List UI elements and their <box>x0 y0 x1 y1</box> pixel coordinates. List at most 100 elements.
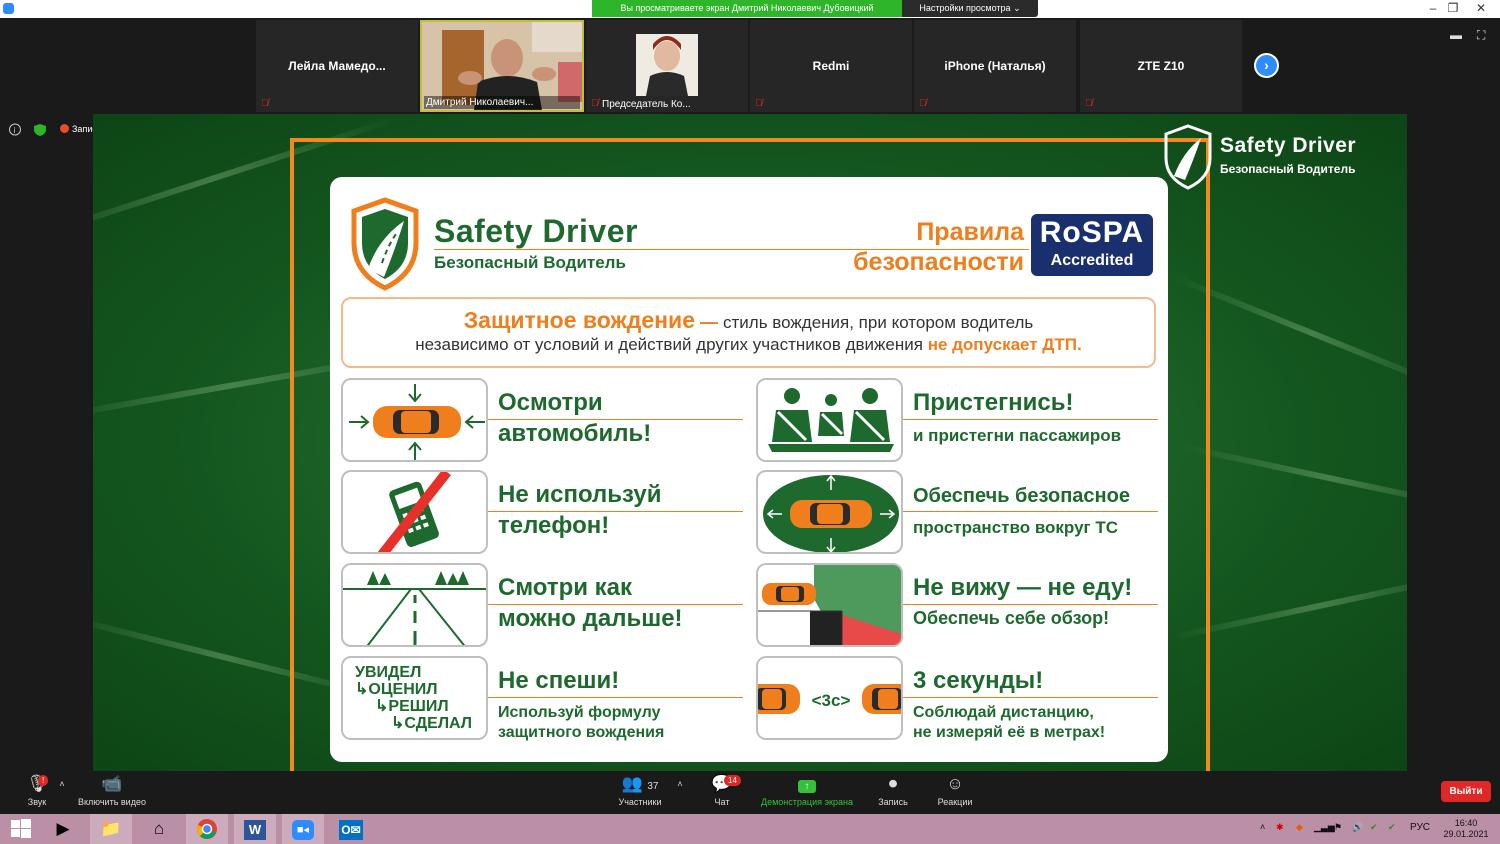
view-settings-button[interactable]: Настройки просмотра ⌄ <box>902 0 1038 17</box>
windows-start-icon[interactable] <box>0 814 42 844</box>
definition-box: Защитное вождение — стиль вождения, при … <box>341 297 1156 368</box>
clock-date: 29.01.2021 <box>1443 829 1489 839</box>
rule-icon-box <box>341 378 488 462</box>
start-video-button[interactable]: 📹 Включить видео <box>72 773 152 807</box>
rule-title-2: автомобиль! <box>498 420 652 447</box>
definition-dash: — <box>695 312 724 332</box>
audio-options-chevron-icon[interactable]: ˄ <box>56 779 68 789</box>
video-label: Включить видео <box>78 797 146 807</box>
rule-icon-box <box>756 563 903 647</box>
record-label: Запись <box>878 797 908 807</box>
participant-name: iPhone (Наталья) <box>944 59 1046 73</box>
rule-title-2: можно дальше! <box>498 605 683 632</box>
rule-visibility: Не вижу — не еду! Обеспечь себе обзор! <box>756 563 1171 647</box>
rule-subtitle: пространство вокруг ТС <box>913 518 1119 537</box>
rule-icon-box: <3с> <box>756 656 903 740</box>
fullscreen-icon[interactable]: ⛶ <box>1477 28 1485 43</box>
definition-text-1: стиль вождения, при котором водитель <box>723 313 1034 332</box>
flag-icon[interactable]: ⚑ <box>1334 822 1342 833</box>
safety-driver-shield-icon <box>351 197 419 291</box>
chat-button[interactable]: 💬 Чат 14 <box>702 773 742 807</box>
rule-subtitle-2: не измеряй её в метрах! <box>913 724 1106 741</box>
brand-subtitle: Безопасный Водитель <box>434 253 626 272</box>
shield-logo-icon <box>1164 124 1212 190</box>
chevron-down-icon: ⌄ <box>1013 3 1021 13</box>
audio-button[interactable]: 🎙 Звук ! <box>20 773 54 807</box>
slide-card: Safety Driver Безопасный Водитель Правил… <box>330 177 1168 762</box>
security-tray-icon[interactable]: ✔ <box>1388 822 1396 833</box>
seatbelt-icon <box>768 388 894 452</box>
title-bar: Вы просматриваете экран Дмитрий Николаев… <box>0 0 1500 18</box>
mic-muted-icon: 🎙̸ <box>591 98 599 109</box>
media-player-icon[interactable]: ▶ <box>42 814 84 844</box>
definition-text-2: независимо от условий и действий других … <box>415 335 928 354</box>
audio-label: Звук <box>27 797 47 807</box>
participant-tile[interactable]: iPhone (Наталья) 🎙̸ <box>914 20 1076 112</box>
participant-tile[interactable]: ZTE Z10 🎙̸ <box>1080 20 1242 112</box>
rule-icon-box <box>756 470 903 554</box>
next-page-icon[interactable]: › <box>1254 53 1279 78</box>
svg-text:i: i <box>14 126 16 135</box>
record-button[interactable]: ⏺ Запись <box>872 773 914 807</box>
rule-divider <box>903 419 1158 420</box>
taskbar-clock[interactable]: 16:40 29.01.2021 <box>1438 818 1494 840</box>
rule-title: Не вижу — не еду! <box>913 574 1133 601</box>
formula-step: ↳ОЦЕНИЛ <box>355 681 438 698</box>
participant-tile[interactable]: Redmi 🎙̸ <box>750 20 912 112</box>
participant-strip: Лейла Мамедо... 🎙̸ Дмитрий Николаевич... <box>0 18 1500 114</box>
language-indicator[interactable]: РУС <box>1410 822 1430 833</box>
participants-count: 37 <box>647 781 659 792</box>
rule-title: Не используй <box>498 481 662 508</box>
rule-subtitle: и пристегни пассажиров <box>913 426 1122 445</box>
update-tray-icon[interactable]: ✔ <box>1370 822 1378 833</box>
formula-step: УВИДЕЛ <box>355 664 422 681</box>
share-screen-icon: ↑ <box>754 773 860 797</box>
rules-heading-line2: безопасности <box>853 248 1024 276</box>
participant-name: Лейла Мамедо... <box>288 59 386 73</box>
formula-step: ↳РЕШИЛ <box>375 698 449 715</box>
definition-accent: не допускает ДТП. <box>927 335 1082 354</box>
mic-muted-icon: 🎙̸ <box>919 98 927 109</box>
mic-muted-icon: 🎙̸ <box>1085 98 1093 109</box>
participants-button[interactable]: 👥 37 Участники <box>612 773 668 807</box>
rule-title: Пристегнись! <box>913 389 1074 416</box>
rule-title: Не спеши! <box>498 667 620 694</box>
rule-title: 3 секунды! <box>913 667 1044 694</box>
rule-look-far: Смотри как можно дальше! <box>341 563 756 647</box>
microphone-icon: 🎙 <box>26 774 48 793</box>
tray-expand-icon[interactable]: ˄ <box>1260 822 1265 832</box>
home-icon[interactable]: ⌂ <box>138 814 180 844</box>
chrome-icon[interactable] <box>186 814 228 844</box>
antivirus-tray-icon[interactable]: ✱ <box>1276 822 1284 833</box>
volume-icon[interactable]: 🔊 <box>1352 822 1363 833</box>
safe-space-icon <box>763 474 899 552</box>
rule-icon-box <box>341 563 488 647</box>
participant-name: Председатель Ко... <box>602 99 691 110</box>
restore-button[interactable]: ❐ <box>1438 0 1468 17</box>
participant-tile[interactable]: Председатель Ко... 🎙̸ <box>586 20 748 112</box>
definition-term: Защитное вождение <box>463 307 695 333</box>
following-distance-icon: <3с> <box>758 684 901 714</box>
video-off-icon: 📹 <box>101 774 123 793</box>
network-icon[interactable]: ▁▃▅ <box>1314 822 1335 833</box>
rule-subtitle: Используй формулу <box>498 704 661 721</box>
reactions-button[interactable]: ☺ Реакции <box>932 773 978 807</box>
zoom-app-icon <box>3 3 14 14</box>
leave-meeting-button[interactable]: Выйти <box>1441 781 1491 802</box>
gallery-layout-icon[interactable]: ▬ <box>1450 28 1462 42</box>
rule-title: Обеспечь безопасное <box>913 485 1130 507</box>
zoom-taskbar-icon[interactable]: ■◂ <box>282 814 324 844</box>
close-button[interactable]: ✕ <box>1466 0 1496 17</box>
share-screen-button[interactable]: ↑ Демонстрация экрана <box>754 773 860 807</box>
file-explorer-icon[interactable]: 📁 <box>90 814 132 844</box>
participant-tile-active-speaker[interactable]: Дмитрий Николаевич... <box>420 20 584 112</box>
rules-heading-line1: Правила <box>916 218 1024 246</box>
participant-tile[interactable]: Лейла Мамедо... 🎙̸ <box>256 20 418 112</box>
word-icon[interactable]: W <box>234 814 276 844</box>
participants-options-chevron-icon[interactable]: ˄ <box>674 779 686 789</box>
rule-title-2: телефон! <box>498 512 610 539</box>
rule-icon-box: УВИДЕЛ ↳ОЦЕНИЛ ↳РЕШИЛ ↳СДЕЛАЛ <box>341 656 488 740</box>
zoom-window: Вы просматриваете экран Дмитрий Николаев… <box>0 0 1500 844</box>
outlook-icon[interactable]: O✉ <box>330 814 372 844</box>
tray-app-icon[interactable]: ◆ <box>1296 822 1303 833</box>
